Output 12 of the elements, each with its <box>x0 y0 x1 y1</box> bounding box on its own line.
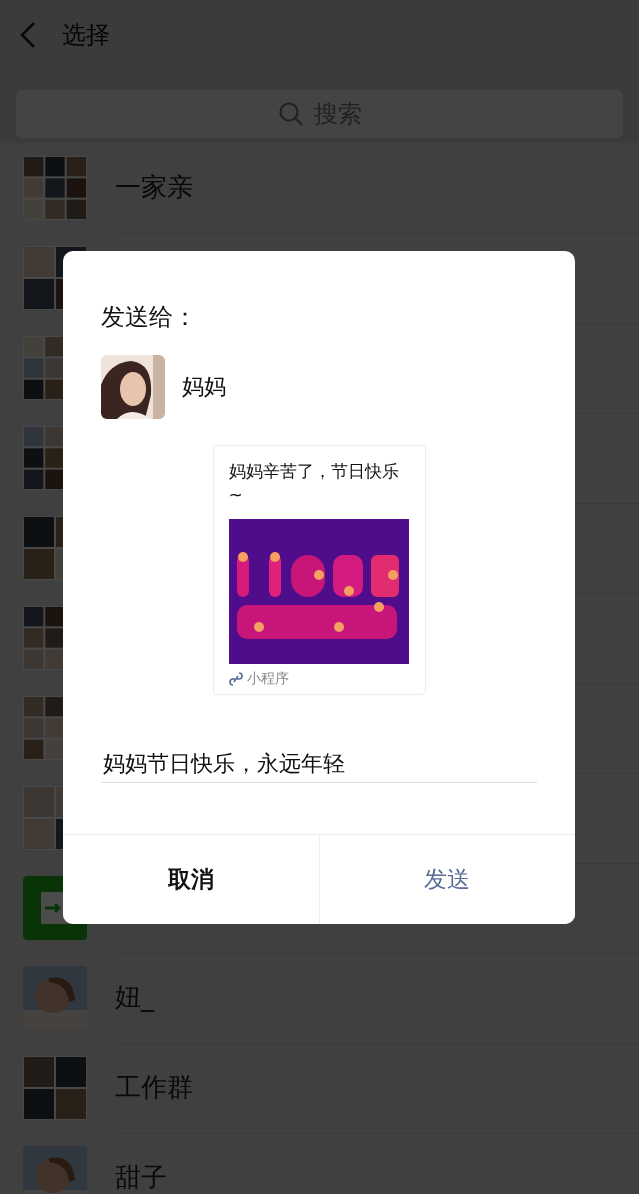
search-icon <box>277 101 304 127</box>
send-button[interactable]: 发送 <box>318 835 575 924</box>
contact-name[interactable]: 妞_ <box>115 980 154 1015</box>
link-icon <box>228 672 243 686</box>
contact-name[interactable]: 工作群 <box>115 1070 193 1105</box>
dialog-title: 发送给： <box>101 302 198 333</box>
contact-name[interactable]: 甜子 <box>115 1160 167 1194</box>
source-label: 小程序 <box>246 670 289 688</box>
recipient-name: 妈妈 <box>182 373 226 401</box>
card-title: 妈妈辛苦了，节日快乐~ <box>228 460 400 507</box>
contact-name[interactable]: 一家亲 <box>115 170 193 205</box>
message-field[interactable]: 妈妈节日快乐，永远年轻 <box>101 751 537 783</box>
